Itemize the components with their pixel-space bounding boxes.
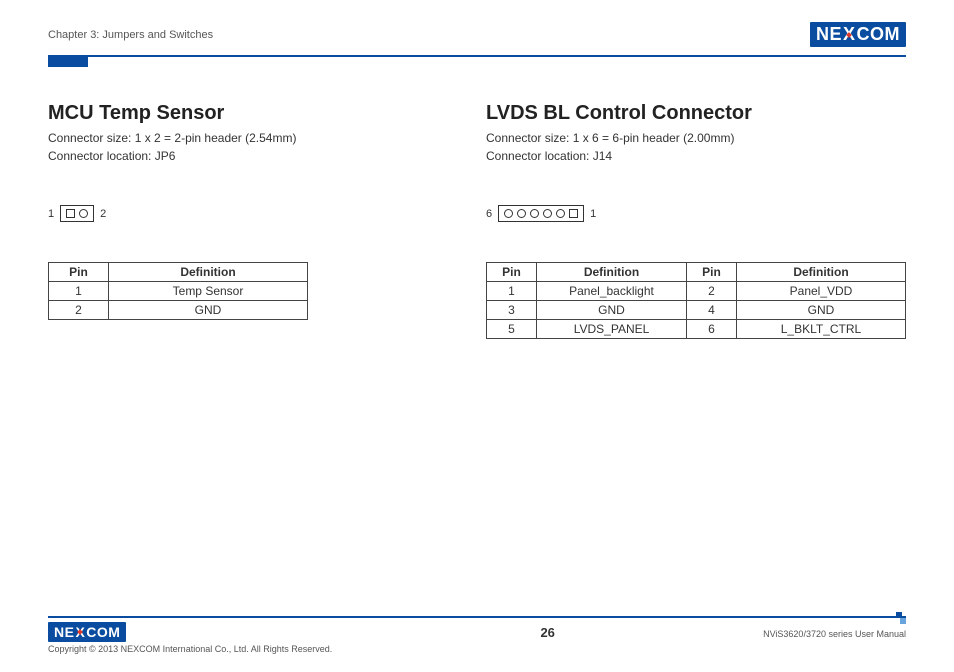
logo-right: COM	[86, 624, 120, 640]
cell-def: Temp Sensor	[109, 282, 308, 301]
logo-left: NE	[816, 24, 842, 45]
nexcom-logo-small: NE X COM	[48, 622, 126, 642]
cell-def: LVDS_PANEL	[537, 320, 687, 339]
table-row: 1 Panel_backlight 2 Panel_VDD	[487, 282, 906, 301]
logo-x-icon: X	[843, 24, 856, 45]
cell-def: GND	[537, 301, 687, 320]
table-row: 1 Temp Sensor	[49, 282, 308, 301]
pin-circle-icon	[504, 209, 513, 218]
page-header: Chapter 3: Jumpers and Switches NE X COM	[48, 22, 906, 51]
logo-left: NE	[54, 624, 74, 640]
connector-outline	[60, 205, 94, 222]
table-row: 2 GND	[49, 301, 308, 320]
pin-label-6: 6	[486, 208, 492, 220]
pin-label-2: 2	[100, 208, 106, 220]
cell-pin: 2	[49, 301, 109, 320]
page-footer: NE X COM Copyright © 2013 NEXCOM Interna…	[48, 616, 906, 654]
pin-circle-icon	[556, 209, 565, 218]
cell-pin: 5	[487, 320, 537, 339]
th-pin: Pin	[49, 263, 109, 282]
table-header-row: Pin Definition Pin Definition	[487, 263, 906, 282]
cell-def: GND	[109, 301, 308, 320]
cell-pin: 1	[49, 282, 109, 301]
manual-name: NViS3620/3720 series User Manual	[763, 629, 906, 639]
footer-left: NE X COM Copyright © 2013 NEXCOM Interna…	[48, 622, 332, 654]
pin-circle-icon	[530, 209, 539, 218]
connector-outline	[498, 205, 584, 222]
th-def: Definition	[109, 263, 308, 282]
logo-right: COM	[857, 24, 901, 45]
cell-def: Panel_backlight	[537, 282, 687, 301]
pin-square-icon	[66, 209, 75, 218]
nexcom-logo: NE X COM	[810, 22, 906, 47]
cell-pin: 2	[687, 282, 737, 301]
cell-def: GND	[737, 301, 906, 320]
pin-table-left: Pin Definition 1 Temp Sensor 2 GND	[48, 262, 308, 320]
right-section: LVDS BL Control Connector Connector size…	[486, 102, 906, 339]
main-content: MCU Temp Sensor Connector size: 1 x 2 = …	[48, 102, 906, 339]
th-def: Definition	[737, 263, 906, 282]
pin-circle-icon	[543, 209, 552, 218]
table-header-row: Pin Definition	[49, 263, 308, 282]
footer-tab-icon	[896, 612, 906, 624]
th-pin: Pin	[687, 263, 737, 282]
pin-label-1: 1	[590, 208, 596, 220]
connector-loc-left: Connector location: JP6	[48, 147, 426, 165]
pin-label-1: 1	[48, 208, 54, 220]
pin-diagram-6pin: 6 1	[486, 205, 906, 222]
connector-size-right: Connector size: 1 x 6 = 6-pin header (2.…	[486, 129, 906, 147]
cell-pin: 3	[487, 301, 537, 320]
chapter-title: Chapter 3: Jumpers and Switches	[48, 29, 213, 41]
pin-square-icon	[569, 209, 578, 218]
logo-x-icon: X	[75, 624, 85, 640]
pin-circle-icon	[79, 209, 88, 218]
table-row: 3 GND 4 GND	[487, 301, 906, 320]
cell-pin: 6	[687, 320, 737, 339]
th-pin: Pin	[487, 263, 537, 282]
cell-pin: 4	[687, 301, 737, 320]
cell-pin: 1	[487, 282, 537, 301]
footer-divider	[48, 616, 906, 618]
th-def: Definition	[537, 263, 687, 282]
cell-def: L_BKLT_CTRL	[737, 320, 906, 339]
copyright-text: Copyright © 2013 NEXCOM International Co…	[48, 644, 332, 654]
header-divider	[48, 55, 906, 57]
table-row: 5 LVDS_PANEL 6 L_BKLT_CTRL	[487, 320, 906, 339]
pin-table-right: Pin Definition Pin Definition 1 Panel_ba…	[486, 262, 906, 339]
cell-def: Panel_VDD	[737, 282, 906, 301]
page-number: 26	[540, 625, 554, 640]
section-title-right: LVDS BL Control Connector	[486, 102, 906, 125]
pin-diagram-2pin: 1 2	[48, 205, 426, 222]
connector-size-left: Connector size: 1 x 2 = 2-pin header (2.…	[48, 129, 426, 147]
connector-loc-right: Connector location: J14	[486, 147, 906, 165]
pin-circle-icon	[517, 209, 526, 218]
section-title-left: MCU Temp Sensor	[48, 102, 426, 125]
left-section: MCU Temp Sensor Connector size: 1 x 2 = …	[48, 102, 426, 339]
header-tab-icon	[48, 57, 88, 67]
